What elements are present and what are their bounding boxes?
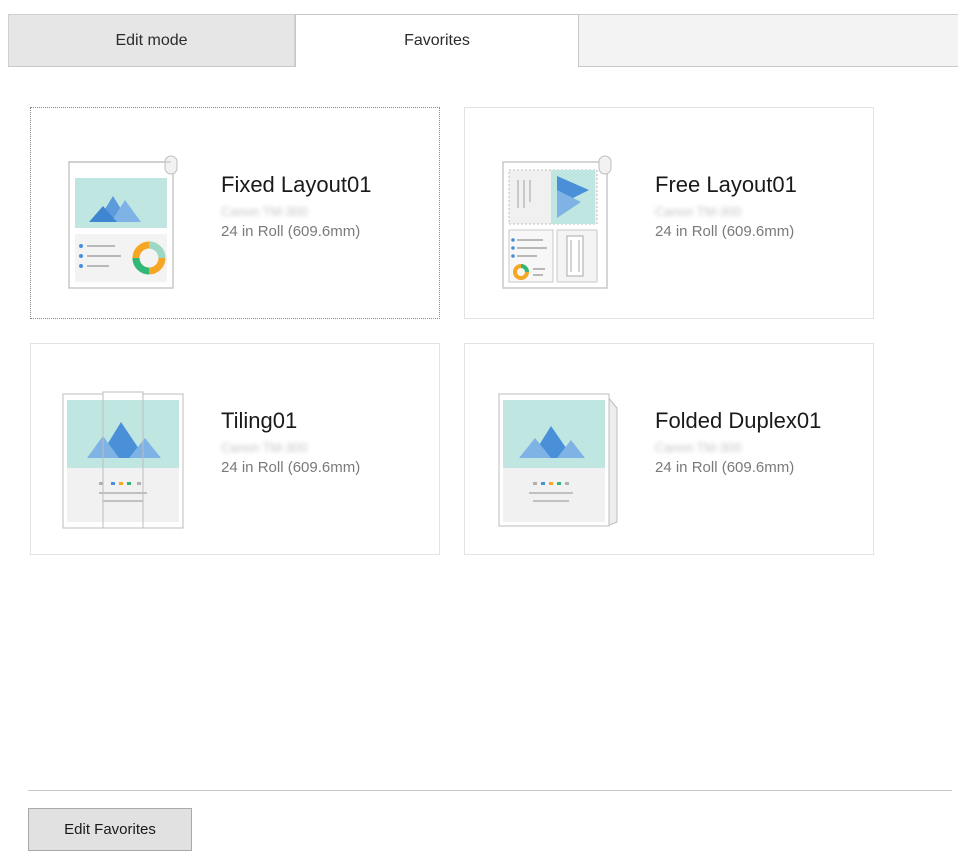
card-printer-name: Canon TM-300 <box>221 440 308 455</box>
edit-favorites-button[interactable]: Edit Favorites <box>28 808 192 851</box>
favorite-card-fixed-layout[interactable]: Fixed Layout01 Canon TM-300 24 in Roll (… <box>30 107 440 319</box>
card-info: Free Layout01 Canon TM-300 24 in Roll (6… <box>655 172 797 240</box>
card-info: Folded Duplex01 Canon TM-300 24 in Roll … <box>655 408 821 476</box>
tab-bar-filler <box>579 14 958 67</box>
folded-duplex-icon <box>493 386 621 534</box>
card-printer-name: Canon TM-300 <box>221 204 308 219</box>
card-info: Tiling01 Canon TM-300 24 in Roll (609.6m… <box>221 408 360 476</box>
tiling-icon <box>59 386 187 534</box>
card-media-size: 24 in Roll (609.6mm) <box>221 459 361 476</box>
card-media-size: 24 in Roll (609.6mm) <box>655 459 795 476</box>
card-info: Fixed Layout01 Canon TM-300 24 in Roll (… <box>221 172 371 240</box>
card-title: Tiling01 <box>221 408 298 433</box>
tab-favorites[interactable]: Favorites <box>295 14 579 67</box>
tab-edit-mode[interactable]: Edit mode <box>8 14 295 66</box>
card-title: Free Layout01 <box>655 172 797 197</box>
card-title: Fixed Layout01 <box>221 172 372 197</box>
card-media-size: 24 in Roll (609.6mm) <box>655 223 795 240</box>
card-printer-name: Canon TM-300 <box>655 440 742 455</box>
free-layout-icon <box>493 150 621 298</box>
card-media-size: 24 in Roll (609.6mm) <box>221 223 361 240</box>
card-printer-name: Canon TM-300 <box>655 204 742 219</box>
card-title: Folded Duplex01 <box>655 408 822 433</box>
footer-divider <box>28 790 952 791</box>
favorite-card-free-layout[interactable]: Free Layout01 Canon TM-300 24 in Roll (6… <box>464 107 874 319</box>
tab-bar: Edit mode Favorites <box>8 14 958 67</box>
fixed-layout-icon <box>59 150 187 298</box>
favorite-card-tiling[interactable]: Tiling01 Canon TM-300 24 in Roll (609.6m… <box>30 343 440 555</box>
favorite-card-folded-duplex[interactable]: Folded Duplex01 Canon TM-300 24 in Roll … <box>464 343 874 555</box>
